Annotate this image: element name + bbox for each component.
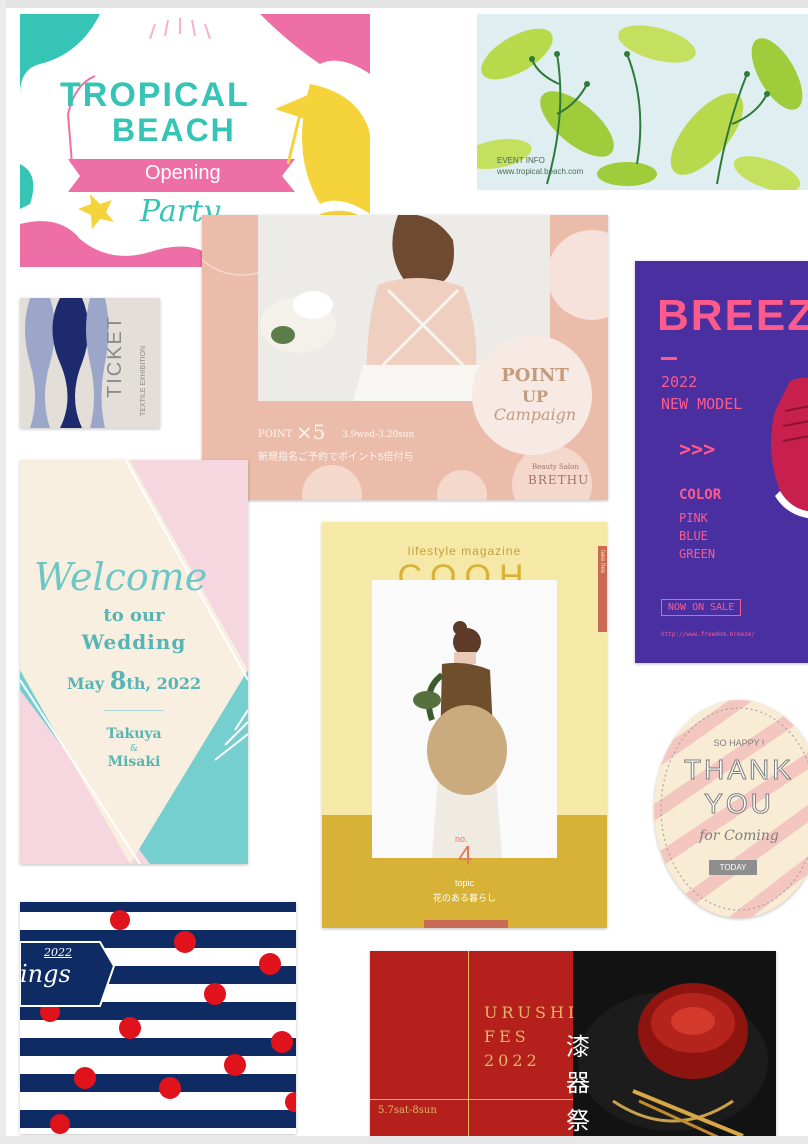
wedding-name1: Takuya (106, 726, 162, 742)
breeze-now-on-sale-button[interactable]: NOW ON SALE (661, 599, 742, 616)
tropical-title-line2: BEACH (112, 112, 236, 148)
thank-you-line2: YOU (704, 788, 774, 820)
breeze-year: 2022 (661, 373, 698, 391)
breeze-sneaker-card[interactable]: BREEZ 2022 NEW MODEL >>> COLOR PINK BLUE… (635, 261, 808, 663)
cooh-footer-bar (424, 920, 508, 928)
left-frame (0, 0, 6, 1144)
point-prefix: POINT (258, 429, 293, 440)
stripes-year: 2022 (44, 946, 72, 959)
urushi-line1: URUSHI (484, 1003, 579, 1022)
top-frame (0, 0, 808, 8)
urushi-kanji-2: 器 (566, 1070, 590, 1097)
event-info-url: www.tropical.beach.com (497, 167, 584, 176)
salon-japanese-text: 新規指名ご予約でポイント5倍付与 (258, 452, 414, 463)
breeze-divider (661, 357, 677, 360)
urushi-kanji-3: 祭 (566, 1108, 590, 1135)
ticket-subtitle: TEXTILE EXHIBITION (140, 345, 147, 416)
wedding-background (20, 460, 248, 864)
salon-dates: 3.9wed-3.20sun (342, 430, 415, 440)
ticket-title: TICKET (104, 314, 126, 398)
sneaker-image (771, 377, 808, 519)
campaign-script: Campaign (493, 405, 577, 424)
point-up-campaign-card[interactable]: POINT UP Campaign POINT ×5 3.9wed-3.20su… (202, 215, 608, 500)
breeze-color-label: COLOR (679, 487, 722, 503)
urushi-dates: 5.7sat-8sun (378, 1105, 437, 1116)
cooh-side-tab-text: take free (599, 550, 605, 574)
urushi-horizontal-line (370, 1099, 573, 1100)
breeze-url: http://www.freedom.breeze/ (661, 631, 755, 638)
wedding-date-year: th, 2022 (126, 674, 202, 693)
wedding-date: May 8th, 2022 (20, 666, 248, 695)
tropical-ribbon-text: Opening (145, 162, 221, 184)
urushi-vertical-line (468, 951, 469, 1144)
wedding-invitation-card[interactable]: Welcome to our Wedding May 8th, 2022 Tak… (20, 460, 248, 864)
event-info-card[interactable]: EVENT INFO www.tropical.beach.com (477, 14, 808, 190)
urushi-kanji-1: 漆 (566, 1034, 590, 1061)
bottom-frame (0, 1136, 808, 1144)
cooh-magazine-card[interactable]: lifestyle magazine COOH take free no. 4 … (322, 522, 607, 928)
wedding-name2: Misaki (107, 754, 161, 770)
breeze-arrows: >>> (679, 437, 716, 461)
ticket-wave-pattern (20, 298, 110, 428)
wedding-date-month: May (66, 674, 105, 693)
wedding-date-day: 8 (109, 666, 127, 695)
stripes-script: ings (20, 960, 71, 988)
tropical-title-line1: TROPICAL (60, 76, 250, 114)
thank-you-line1: THANK (684, 754, 794, 786)
salon-brand-line2: BRETHU (528, 473, 590, 487)
urushi-line3: 2022 (484, 1051, 541, 1070)
breeze-color-green: GREEN (679, 547, 716, 561)
cooh-kicker: lifestyle magazine (407, 544, 522, 558)
cooh-issue-number: 4 (458, 840, 473, 870)
navy-stripes-card[interactable]: 2022 ings (20, 902, 296, 1134)
thank-you-tag: TODAY (709, 860, 757, 875)
urushi-line2: FES (484, 1027, 530, 1046)
point-multiplier: ×5 (296, 420, 326, 444)
ticket-card[interactable]: TICKET TEXTILE EXHIBITION (20, 298, 160, 428)
event-info-label: EVENT INFO (497, 156, 545, 165)
stripes-pattern (20, 902, 296, 1134)
point-up-title: POINT (501, 365, 569, 386)
urushi-fes-card[interactable]: URUSHI FES 2022 漆 器 祭 5.7sat-8sun (370, 951, 776, 1144)
thank-you-script: for Coming (699, 828, 779, 844)
woman-basket-photo (372, 580, 557, 858)
wedding-amp: & (129, 744, 138, 754)
thank-you-top: SO HAPPY ! (713, 738, 765, 748)
wedding-line1: to our (103, 605, 165, 626)
urushi-bowl-photo (573, 951, 776, 1144)
breeze-color-pink: PINK (679, 511, 708, 525)
design-gallery-page: TROPICAL BEACH Opening Party EVENT INFO … (0, 0, 808, 1144)
wedding-line2: Wedding (81, 630, 187, 654)
cooh-topic: 花のある暮らし (432, 893, 496, 903)
thank-you-card[interactable]: SO HAPPY ! THANK YOU for Coming TODAY (654, 700, 808, 918)
breeze-model: NEW MODEL (661, 395, 743, 413)
salon-brand-line1: Beauty Salon (532, 463, 579, 471)
point-up-subtitle: UP (522, 387, 548, 406)
breeze-color-blue: BLUE (679, 529, 708, 543)
wedding-welcome-script: Welcome (34, 555, 208, 599)
breeze-title: BREEZ (657, 291, 808, 340)
wedding-ornament (104, 710, 164, 711)
cooh-topic-label: topic (454, 878, 474, 888)
